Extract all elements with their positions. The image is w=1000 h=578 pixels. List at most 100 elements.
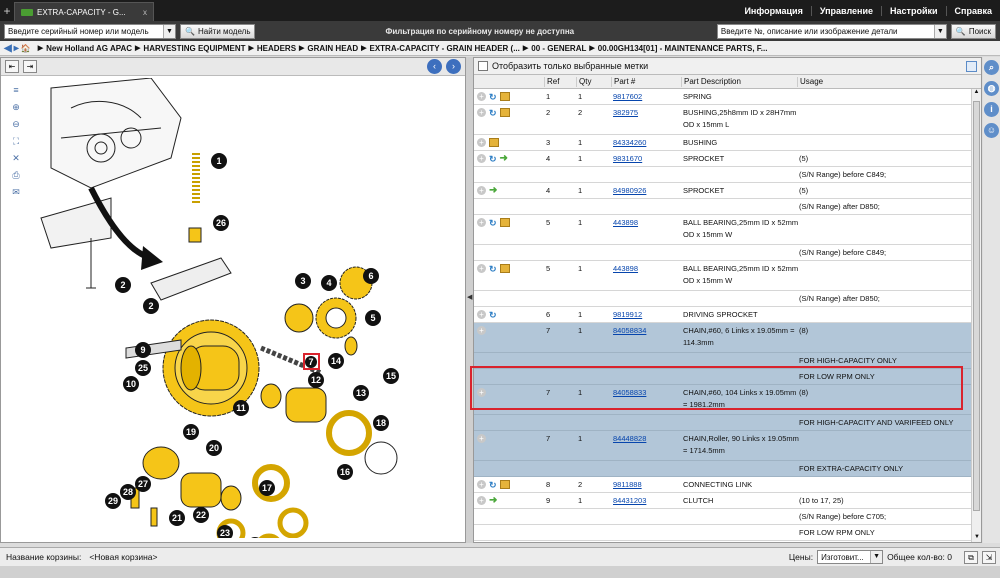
table-row[interactable]: (S/N Range) after D850;	[474, 291, 972, 307]
prices-select[interactable]: Изготовит... ▼	[817, 550, 884, 564]
row-part-link[interactable]: 84334260	[613, 137, 646, 149]
table-row[interactable]: (S/N Range) before C849;	[474, 167, 972, 183]
email-icon[interactable]: ✉	[9, 186, 23, 198]
table-row[interactable]: + ↻ ➜ 4 1 9831670 SPROCKET (5)	[474, 151, 972, 167]
replacement-icon[interactable]: ↻	[489, 91, 497, 103]
user-icon[interactable]: ☺	[984, 123, 999, 138]
table-row[interactable]: +3 1 84334260 BUSHING	[474, 135, 972, 151]
package-icon[interactable]	[499, 480, 510, 489]
table-row[interactable]: (S/N Range) before C705;	[474, 509, 972, 525]
table-row[interactable]: + ↻ 6 1 9819912 DRIVING SPROCKET	[474, 307, 972, 323]
row-part-link[interactable]: 84980926	[613, 185, 646, 197]
breadcrumb-item[interactable]: 00 - GENERAL	[531, 44, 586, 53]
row-part-link[interactable]: 443898	[613, 217, 638, 229]
package-icon[interactable]	[499, 264, 510, 273]
replacement-icon[interactable]: ↻	[489, 479, 497, 491]
callout-1[interactable]: 1	[211, 153, 227, 169]
add-to-cart-icon[interactable]: +	[477, 108, 486, 117]
copy-icon[interactable]: ⧉	[964, 550, 978, 564]
callout-6[interactable]: 6	[363, 268, 379, 284]
row-part-link[interactable]: 382975	[613, 107, 638, 119]
table-row[interactable]: (S/N Range) after D850;	[474, 199, 972, 215]
table-row[interactable]: + ↻ 2 2 382975 BUSHING,25h8mm ID x 28H7mm OD …	[474, 105, 972, 135]
breadcrumb-item[interactable]: HEADERS	[257, 44, 296, 53]
menu-help[interactable]: Справка	[945, 5, 1000, 16]
panel-splitter[interactable]: ◀	[466, 57, 473, 543]
callout-27[interactable]: 27	[135, 476, 151, 492]
table-row[interactable]: +↻9184453594CLUTCH(10, 19 to 25)	[474, 541, 972, 542]
table-row[interactable]: +7 1 84448828 CHAIN,Roller, 90 Links x 19.0…	[474, 431, 972, 461]
row-part-link[interactable]: 84058834	[613, 325, 646, 337]
cart-icon[interactable]: ⇲	[982, 550, 996, 564]
add-to-cart-icon[interactable]: +	[477, 310, 486, 319]
col-qty[interactable]: Qty	[576, 77, 591, 87]
replacement-icon[interactable]: ↻	[489, 107, 497, 119]
table-scrollbar[interactable]: ▲ ▼	[971, 89, 981, 542]
table-row[interactable]: FOR EXTRA-CAPACITY ONLY	[474, 461, 972, 477]
callout-15[interactable]: 15	[383, 368, 399, 384]
back-icon[interactable]: ◀	[4, 43, 12, 54]
package-icon[interactable]	[499, 92, 510, 101]
search-button[interactable]: 🔍 Поиск	[950, 23, 996, 39]
next-icon[interactable]: ›	[446, 59, 461, 74]
supersede-arrow-icon[interactable]: ➜	[500, 153, 508, 165]
add-to-cart-icon[interactable]: +	[477, 186, 486, 195]
table-row[interactable]: + ➜ 4 1 84980926 SPROCKET (5)	[474, 183, 972, 199]
scroll-down-icon[interactable]: ▼	[972, 534, 981, 542]
replacement-icon[interactable]: ↻	[489, 153, 497, 165]
chevron-down-icon[interactable]: ▼	[933, 24, 946, 38]
zoom-out-icon[interactable]: ⊖	[9, 118, 23, 130]
callout-22[interactable]: 22	[193, 507, 209, 523]
callout-18[interactable]: 18	[373, 415, 389, 431]
globe-icon[interactable]: ◍	[984, 81, 999, 96]
table-row[interactable]: FOR LOW RPM ONLY	[474, 525, 972, 541]
scroll-up-icon[interactable]: ▲	[972, 89, 981, 99]
row-part-link[interactable]: 84448828	[613, 433, 646, 445]
callout-3[interactable]: 3	[295, 273, 311, 289]
chevron-down-icon[interactable]: ▼	[870, 551, 883, 563]
col-ref[interactable]: Ref	[544, 77, 559, 87]
info-icon[interactable]: i	[984, 102, 999, 117]
previous-icon[interactable]: ‹	[427, 59, 442, 74]
callout-7[interactable]: 7	[305, 356, 317, 368]
fit-icon[interactable]: ⛶	[9, 135, 23, 147]
callout-14[interactable]: 14	[328, 353, 344, 369]
callout-12[interactable]: 12	[308, 372, 324, 388]
callout-5[interactable]: 5	[365, 310, 381, 326]
add-to-cart-icon[interactable]: +	[477, 326, 486, 335]
add-to-cart-icon[interactable]: +	[477, 480, 486, 489]
callout-20[interactable]: 20	[206, 440, 222, 456]
drag-handle-icon[interactable]: ≡	[9, 84, 23, 96]
cart-name[interactable]: <Новая корзина>	[89, 552, 157, 562]
add-to-cart-icon[interactable]: +	[477, 154, 486, 163]
breadcrumb-item[interactable]: New Holland AG APAC	[46, 44, 132, 53]
table-row[interactable]: + ↻ 8 2 9811888 CONNECTING LINK	[474, 477, 972, 493]
package-icon[interactable]	[499, 218, 510, 227]
callout-26[interactable]: 26	[213, 215, 229, 231]
part-search-input[interactable]: Введите №, описание или изображение дета…	[716, 23, 947, 39]
breadcrumb-item[interactable]: GRAIN HEAD	[307, 44, 358, 53]
scroll-thumb[interactable]	[973, 101, 980, 511]
home-icon[interactable]: 🏠	[21, 44, 31, 53]
tab-close-icon[interactable]: x	[143, 8, 147, 17]
table-row[interactable]: FOR HIGH-CAPACITY AND VARIFEED ONLY	[474, 415, 972, 431]
add-to-cart-icon[interactable]: +	[477, 496, 486, 505]
callout-2b[interactable]: 2	[143, 298, 159, 314]
table-row[interactable]: +7 1 84058834 CHAIN,#60, 6 Links x 19.05mm …	[474, 323, 972, 353]
add-to-cart-icon[interactable]: +	[477, 92, 486, 101]
row-part-link[interactable]: 84431203	[613, 495, 646, 507]
supersede-arrow-icon[interactable]: ➜	[489, 185, 497, 197]
find-model-button[interactable]: 🔍 Найти модель	[180, 23, 256, 39]
collapse-icon[interactable]: ◀	[467, 293, 472, 301]
row-part-link[interactable]: 443898	[613, 263, 638, 275]
select-all-icon[interactable]	[966, 60, 977, 72]
magnify-icon[interactable]: ⌕	[984, 60, 999, 75]
new-tab-icon[interactable]: +	[0, 4, 14, 18]
row-part-link[interactable]: 9817602	[613, 91, 642, 103]
package-icon[interactable]	[499, 108, 510, 117]
supersede-arrow-icon[interactable]: ➜	[489, 495, 497, 507]
print-icon[interactable]: ⎙	[9, 169, 23, 181]
forward-menu-icon[interactable]: ▸	[14, 43, 19, 54]
prev-page-icon[interactable]: ⇤	[5, 60, 19, 73]
col-usage[interactable]: Usage	[797, 77, 823, 87]
